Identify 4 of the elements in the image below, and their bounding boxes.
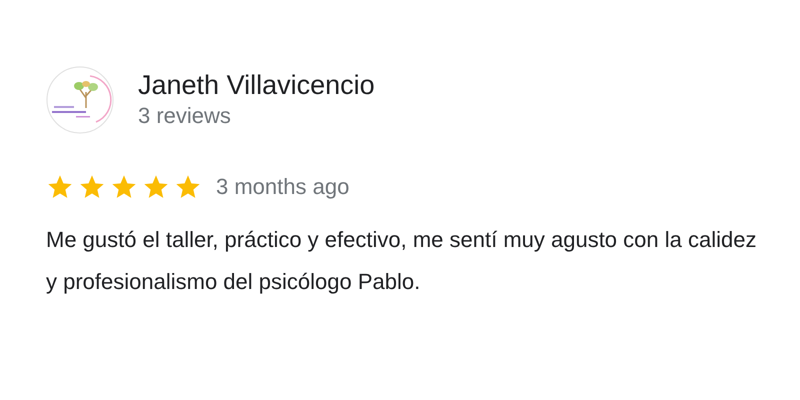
review-count: 3 reviews [138, 102, 232, 130]
review-text: Me gustó el taller, práctico y efectivo, me sentí muy agusto con la calidez y profesionalismo del psicólogo Pablo. [46, 226, 758, 296]
review-time: 3 months ago [216, 173, 350, 201]
reviewer-name[interactable]: Janeth Villavicencio [138, 69, 375, 101]
